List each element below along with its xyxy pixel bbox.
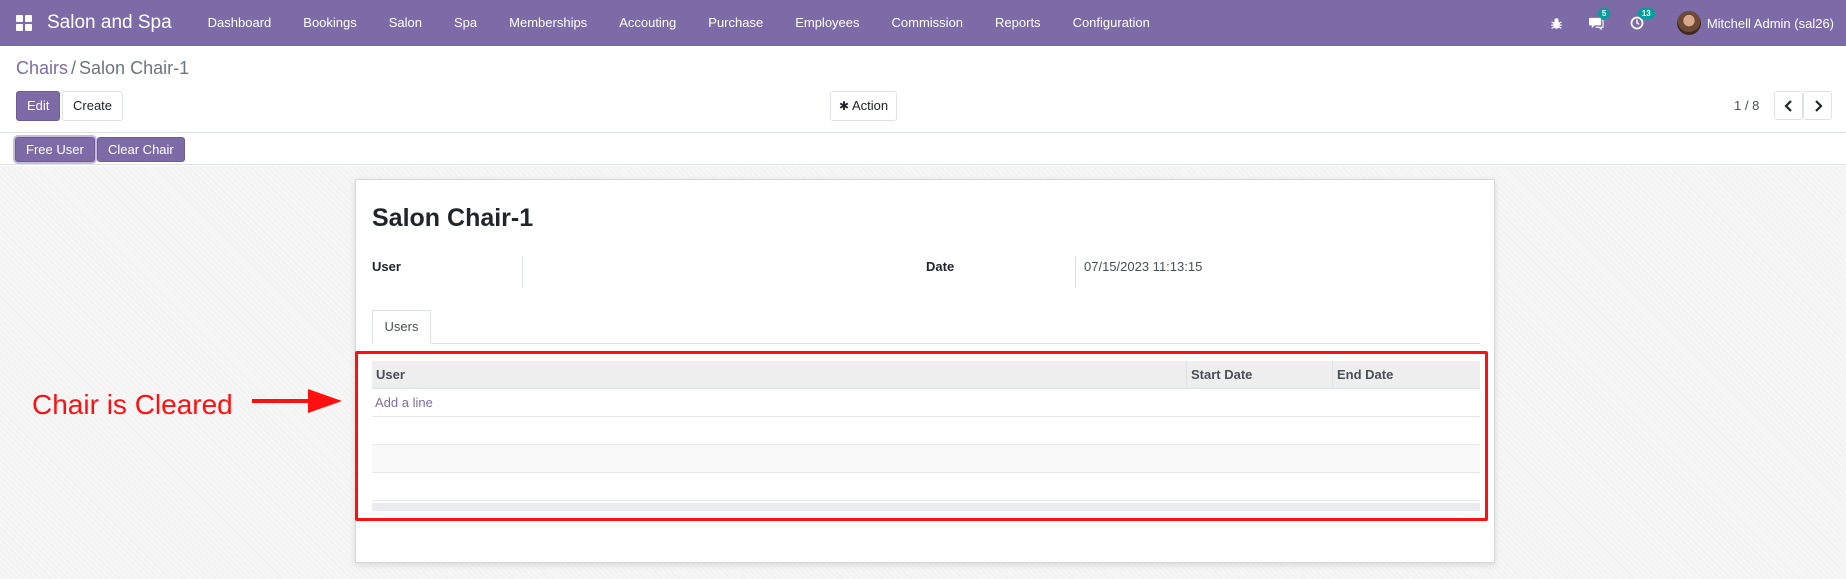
action-label: Action	[851, 98, 889, 113]
tabs-line	[372, 343, 1480, 344]
apps-grid-icon[interactable]	[16, 15, 32, 31]
add-a-line-link[interactable]: Add a line	[372, 389, 1480, 417]
clear-chair-button[interactable]: Clear Chair	[97, 137, 185, 162]
pager-value[interactable]: 1 / 8	[1734, 98, 1759, 113]
tab-users[interactable]: Users	[372, 310, 431, 344]
menu-item-accounting[interactable]: Accouting	[603, 0, 692, 46]
field-separator	[522, 256, 523, 288]
date-field-label: Date	[926, 259, 955, 274]
breadcrumb: Chairs / Salon Chair-1	[16, 58, 189, 79]
app-brand[interactable]: Salon and Spa	[47, 12, 172, 34]
top-navbar: Salon and Spa Dashboard Bookings Salon S…	[0, 0, 1846, 46]
user-field-label: User	[372, 259, 401, 274]
gear-icon: ✱	[839, 99, 850, 113]
date-field-value[interactable]: 07/15/2023 11:13:15	[1084, 259, 1202, 274]
pager-previous-button[interactable]	[1774, 91, 1803, 120]
breadcrumb-separator: /	[71, 58, 77, 78]
user-menu-name[interactable]: Mitchell Admin (sal26)	[1707, 16, 1834, 31]
table-row	[372, 417, 1480, 445]
menu-item-employees[interactable]: Employees	[779, 0, 875, 46]
pager-next-button[interactable]	[1803, 91, 1832, 120]
field-separator	[1075, 256, 1076, 288]
breadcrumb-chairs[interactable]: Chairs	[16, 58, 68, 78]
clock-icon[interactable]: 13	[1629, 8, 1655, 31]
bug-icon[interactable]	[1549, 15, 1565, 31]
table-row	[372, 445, 1480, 473]
menu-item-memberships[interactable]: Memberships	[493, 0, 603, 46]
chevron-left-icon	[1783, 99, 1792, 112]
menu-item-dashboard[interactable]: Dashboard	[192, 0, 288, 46]
menu-item-spa[interactable]: Spa	[438, 0, 493, 46]
table-row	[372, 473, 1480, 501]
table-header: User Start Date End Date	[372, 361, 1480, 389]
chevron-right-icon	[1814, 99, 1823, 112]
table-footer	[372, 503, 1480, 511]
action-button[interactable]: ✱ Action	[830, 91, 898, 121]
breadcrumb-current: Salon Chair-1	[79, 58, 190, 78]
form-sheet: Salon Chair-1 User Date 07/15/2023 11:13…	[355, 179, 1495, 563]
chat-icon[interactable]: 5	[1589, 8, 1611, 31]
menu-item-configuration[interactable]: Configuration	[1057, 0, 1166, 46]
column-header-user[interactable]: User	[372, 361, 1187, 388]
menu-item-salon[interactable]: Salon	[373, 0, 438, 46]
main-menu: Dashboard Bookings Salon Spa Memberships…	[192, 0, 1166, 46]
menu-item-reports[interactable]: Reports	[979, 0, 1057, 46]
table-row: Add a line	[372, 389, 1480, 417]
record-title: Salon Chair-1	[372, 204, 534, 232]
annotation-text: Chair is Cleared	[32, 389, 233, 420]
edit-button[interactable]: Edit	[16, 91, 61, 121]
create-button[interactable]: Create	[62, 91, 124, 121]
users-table: User Start Date End Date Add a line	[372, 361, 1480, 511]
column-header-start-date[interactable]: Start Date	[1187, 361, 1333, 388]
messages-badge: 5	[1597, 8, 1611, 19]
annotation-arrow-icon	[252, 389, 342, 413]
avatar[interactable]	[1676, 11, 1701, 35]
column-header-end-date[interactable]: End Date	[1333, 361, 1480, 388]
menu-item-purchase[interactable]: Purchase	[692, 0, 779, 46]
activities-badge: 13	[1637, 8, 1655, 19]
menu-item-commission[interactable]: Commission	[876, 0, 980, 46]
form-statusbar	[0, 133, 1846, 165]
menu-item-bookings[interactable]: Bookings	[287, 0, 372, 46]
free-user-button[interactable]: Free User	[15, 137, 95, 162]
systray: 5 13 Mitchell Admin (sal26)	[1537, 0, 1846, 46]
